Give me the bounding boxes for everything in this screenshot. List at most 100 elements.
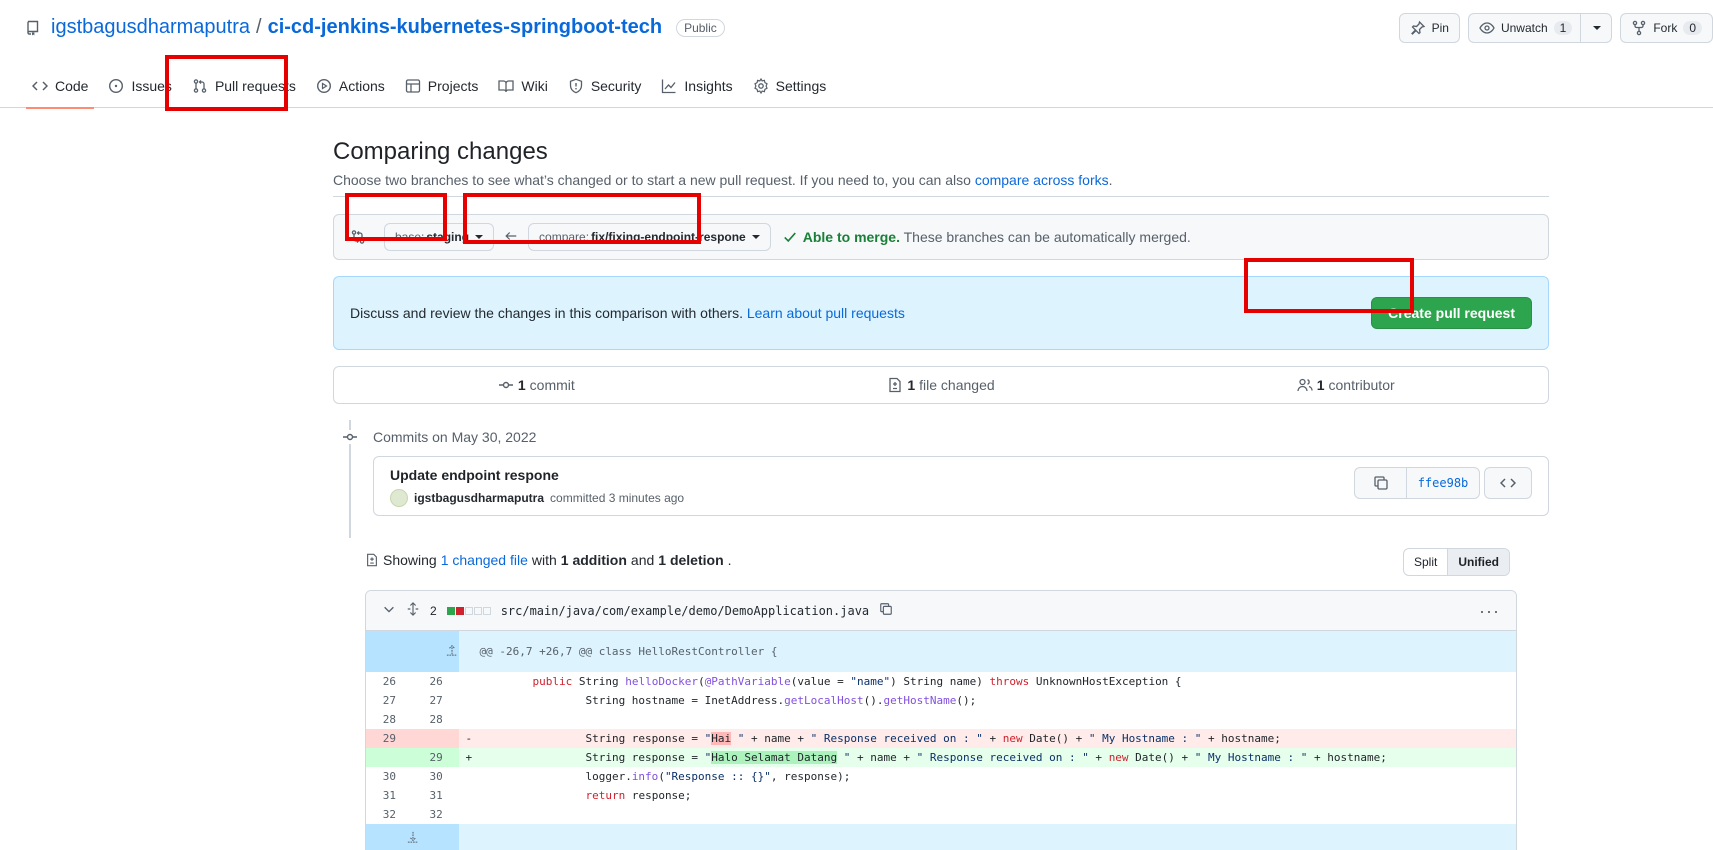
old-line-number[interactable]: 26 (366, 672, 413, 691)
new-line-number[interactable]: 29 (412, 748, 460, 767)
code-token: "name" (850, 675, 891, 688)
unified-button[interactable]: Unified (1447, 549, 1510, 575)
new-line-number[interactable] (412, 729, 460, 748)
repo-name-link[interactable]: ci-cd-jenkins-kubernetes-springboot-tech (268, 16, 663, 39)
tab-actions[interactable]: Actions (306, 64, 395, 108)
code-token: " (731, 732, 745, 745)
split-button[interactable]: Split (1404, 549, 1447, 575)
unwatch-label: Unwatch (1500, 21, 1548, 35)
old-line-number[interactable]: 29 (366, 729, 413, 748)
commit-sha-link[interactable]: ffee98b (1407, 468, 1479, 498)
compare-icon (350, 229, 366, 245)
code-token: logger. (585, 770, 632, 783)
diff-line: 27 27 String hostname = InetAddress.getLo… (366, 691, 1516, 710)
file-header: 2 src/main/java/com/example/demo/DemoApp… (366, 591, 1516, 631)
commit-icon (341, 430, 359, 444)
old-line-number[interactable]: 32 (366, 805, 413, 824)
graph-icon (662, 79, 676, 94)
page-subtitle: Choose two branches to see what’s change… (333, 172, 1113, 188)
range-editor: base: staging compare: fix/fixing-endpoi… (333, 214, 1549, 260)
diff-line: 29 - String response = "Hai " + name + " … (366, 729, 1516, 748)
repo-nav: Code Issues Pull requests Actions Projec… (22, 64, 837, 109)
shield-icon (569, 78, 582, 94)
code-line (479, 710, 1516, 729)
old-line-number[interactable]: 31 (366, 786, 413, 805)
fork-counter: 0 (1683, 21, 1702, 35)
copy-icon[interactable] (879, 602, 893, 619)
chevron-down-icon[interactable] (382, 602, 396, 619)
kebab-menu-icon[interactable]: ··· (1479, 601, 1500, 622)
tab-pull-requests[interactable]: Pull requests (182, 64, 306, 108)
tab-issues[interactable]: Issues (98, 64, 181, 108)
tab-projects-label: Projects (427, 78, 479, 94)
tab-security[interactable]: Security (558, 64, 652, 108)
compare-branch-select[interactable]: compare: fix/fixing-endpoint-respone (528, 223, 771, 251)
browse-repo-button[interactable] (1484, 467, 1532, 499)
compare-label: compare: (539, 230, 590, 244)
chevron-down-icon (751, 235, 760, 239)
old-line-number[interactable]: 27 (366, 691, 413, 710)
hunk-text: @@ -26,7 +26,7 @@ class HelloRestControl… (459, 631, 1516, 672)
commit-time: committed 3 minutes ago (550, 491, 685, 505)
stat-commits[interactable]: 1 commit (334, 367, 739, 403)
tab-insights[interactable]: Insights (651, 64, 742, 108)
new-line-number[interactable]: 26 (413, 672, 460, 691)
file-path-link[interactable]: src/main/java/com/example/demo/DemoAppli… (501, 604, 869, 618)
tab-wiki[interactable]: Wiki (488, 64, 557, 108)
create-pull-request-button[interactable]: Create pull request (1371, 297, 1532, 329)
fork-label: Fork (1653, 21, 1678, 35)
changed-files-link[interactable]: 1 changed file (441, 552, 528, 568)
tab-wiki-label: Wiki (521, 78, 548, 94)
new-line-number[interactable]: 27 (413, 691, 460, 710)
learn-pull-requests-link[interactable]: Learn about pull requests (747, 305, 905, 321)
pin-button[interactable]: Pin (1398, 13, 1460, 43)
code-token: " Response received on : " (916, 751, 1089, 764)
new-line-number[interactable]: 32 (413, 805, 460, 824)
eye-icon (1479, 22, 1495, 34)
tab-settings[interactable]: Settings (743, 64, 837, 108)
expand-space (459, 824, 1516, 850)
diff-line: 29 + String response = "Halo Selamat Data… (366, 748, 1516, 767)
unwatch-button[interactable]: Unwatch 1 (1467, 13, 1613, 43)
commits-count: 1 (517, 377, 526, 393)
and-text: and (630, 552, 655, 568)
fork-button[interactable]: Fork 0 (1620, 13, 1713, 43)
code-line: String hostname = InetAddress.getLocalHo… (479, 691, 1516, 710)
compare-across-forks-link[interactable]: compare across forks (975, 172, 1109, 188)
code-token: ( (698, 675, 705, 688)
commit-message-link[interactable]: Update endpoint respone (390, 467, 559, 483)
expand-row (366, 824, 1516, 850)
commit-author-link[interactable]: igstbagusdharmaputra (414, 491, 544, 505)
avatar[interactable] (390, 489, 408, 507)
old-line-number[interactable] (366, 748, 413, 767)
stat-files[interactable]: 1 file changed (739, 367, 1144, 403)
tab-code[interactable]: Code (22, 64, 98, 109)
new-line-number[interactable]: 28 (413, 710, 460, 729)
stat-contributors[interactable]: 1 contributor (1143, 367, 1548, 403)
new-line-number[interactable]: 30 (413, 767, 460, 786)
code-token: + hostname; (1307, 751, 1387, 764)
diff-sign (459, 691, 479, 710)
expand-down-icon[interactable] (366, 824, 460, 850)
code-token: (value = (790, 675, 851, 688)
chevron-down-icon (1593, 26, 1602, 30)
repo-owner-link[interactable]: igstbagusdharmaputra (51, 16, 250, 39)
diffstat-bar (446, 606, 491, 615)
unwatch-dropdown[interactable] (1580, 14, 1602, 42)
deletions-count: 1 deletion (658, 552, 724, 568)
copy-sha-button[interactable] (1355, 468, 1407, 498)
chevron-down-icon (475, 235, 484, 239)
new-line-number[interactable]: 31 (413, 786, 460, 805)
code-token: public (532, 675, 573, 688)
merge-status-label: Able to merge. (802, 229, 900, 245)
tab-projects[interactable]: Projects (395, 64, 489, 108)
expand-up-icon[interactable] (366, 631, 460, 672)
base-branch-select[interactable]: base: staging (384, 223, 495, 251)
old-line-number[interactable]: 28 (366, 710, 413, 729)
tab-settings-label: Settings (775, 78, 827, 94)
expand-icon[interactable] (406, 602, 420, 619)
diff-view-toggle: Split Unified (1403, 548, 1511, 576)
old-line-number[interactable]: 30 (366, 767, 413, 786)
contributors-label: contributor (1328, 377, 1395, 393)
